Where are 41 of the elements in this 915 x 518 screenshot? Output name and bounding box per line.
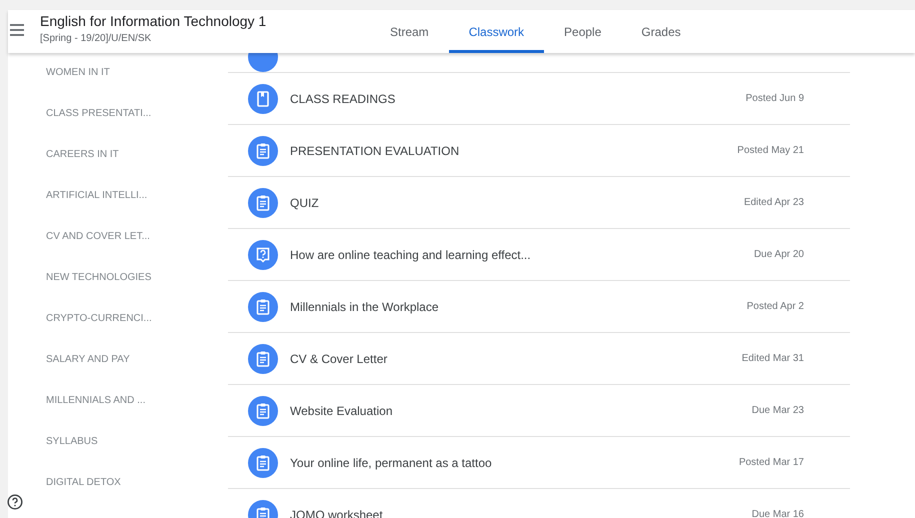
item-date: Posted Apr 2 bbox=[746, 301, 805, 312]
topic-link[interactable]: SYLLABUS bbox=[8, 435, 228, 476]
topic-link[interactable]: CRYPTO-CURRENCI... bbox=[8, 312, 228, 353]
tab[interactable]: People bbox=[544, 10, 622, 53]
classwork-item[interactable]: PRESENTATION EVALUATION Posted May 21 bbox=[228, 125, 850, 177]
item-title: Website Evaluation bbox=[290, 404, 394, 418]
item-title: Millennials in the Workplace bbox=[290, 300, 440, 314]
item-title: PRESENTATION EVALUATION bbox=[290, 144, 460, 158]
item-date: Due Apr 20 bbox=[754, 249, 805, 260]
item-title: How are online teaching and learning effect... bbox=[290, 248, 532, 262]
item-title: QUIZ bbox=[290, 196, 320, 210]
item-date: Edited Apr 23 bbox=[744, 197, 805, 208]
class-title[interactable]: English for Information Technology 1 bbox=[40, 13, 266, 29]
item-title: CLASS READINGS bbox=[290, 92, 396, 106]
topic-link[interactable]: CAREERS IN IT bbox=[8, 148, 228, 189]
classwork-item[interactable]: How are online teaching and learning effect... Due Apr 20 bbox=[228, 229, 850, 281]
tab[interactable]: Stream bbox=[370, 10, 449, 53]
classwork-item[interactable]: QUIZ Edited Apr 23 bbox=[228, 177, 850, 229]
topic-link[interactable]: ARTIFICIAL INTELLI... bbox=[8, 189, 228, 230]
topic-link[interactable]: DIGITAL DETOX bbox=[8, 476, 228, 517]
item-date: Due Mar 23 bbox=[752, 405, 805, 416]
item-date: Posted May 21 bbox=[737, 145, 805, 156]
item-title: Your online life, permanent as a tattoo bbox=[290, 456, 493, 470]
item-date: Due Mar 16 bbox=[752, 509, 805, 518]
classwork-item[interactable]: CLASS READINGS Posted Jun 9 bbox=[228, 73, 850, 125]
class-subtitle: [Spring - 19/20]/U/EN/SK bbox=[40, 33, 152, 44]
item-title: CV & Cover Letter bbox=[290, 352, 388, 366]
topic-link[interactable]: WOMEN IN IT bbox=[8, 66, 228, 107]
item-date: Posted Mar 17 bbox=[738, 457, 805, 468]
topic-link[interactable]: CV AND COVER LET... bbox=[8, 230, 228, 271]
item-date: Edited Mar 31 bbox=[742, 353, 805, 364]
topic-link[interactable]: MILLENNIALS AND ... bbox=[8, 394, 228, 435]
topic-link[interactable]: NEW TECHNOLOGIES bbox=[8, 271, 228, 312]
classwork-item[interactable]: Millennials in the Workplace Posted Apr 2 bbox=[228, 281, 850, 333]
classwork-item[interactable]: Your online life, permanent as a tattoo Posted Mar 17 bbox=[228, 437, 850, 489]
tab[interactable]: Grades bbox=[621, 10, 701, 53]
classwork-item[interactable]: CV & Cover Letter Edited Mar 31 bbox=[228, 333, 850, 385]
topic-link[interactable]: SALARY AND PAY bbox=[8, 353, 228, 394]
classwork-item[interactable]: Website Evaluation Due Mar 23 bbox=[228, 385, 850, 437]
topic-link[interactable]: CLASS PRESENTATI... bbox=[8, 107, 228, 148]
item-date: Posted Jun 9 bbox=[746, 93, 805, 104]
